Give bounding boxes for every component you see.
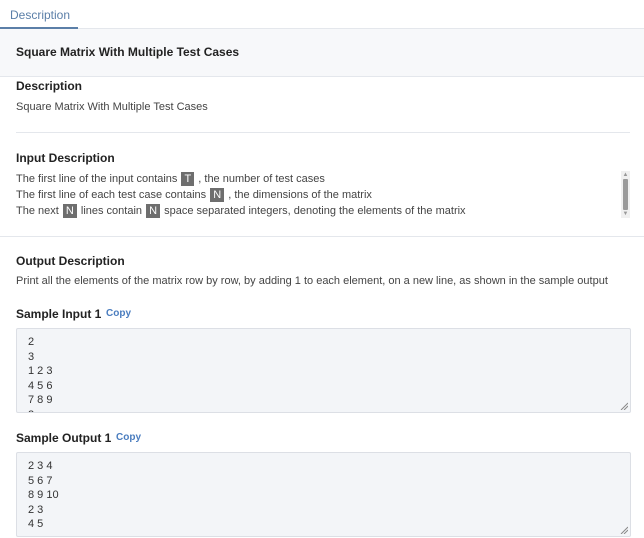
output-description-heading: Output Description [16, 254, 125, 268]
problem-header: Square Matrix With Multiple Test Cases [0, 29, 644, 76]
tab-bar: Description [0, 0, 644, 29]
copy-sample-output-button[interactable]: Copy [116, 432, 141, 443]
scroll-thumb[interactable] [623, 179, 628, 210]
sample-output-heading: Sample Output 1 [16, 431, 112, 445]
resize-handle-icon[interactable] [620, 402, 628, 410]
variable-highlight: N [146, 204, 161, 218]
sample-output-content: 2 3 4 5 6 7 8 9 10 2 3 4 5 [28, 460, 59, 530]
variable-highlight: N [210, 188, 225, 202]
copy-sample-input-button[interactable]: Copy [106, 308, 131, 319]
resize-handle-icon[interactable] [620, 526, 628, 534]
input-description-scrollbar[interactable]: ▲ ▼ [621, 171, 630, 218]
sample-input-content: 2 3 1 2 3 4 5 6 7 8 9 2 [28, 336, 53, 412]
input-line: The first line of the input contains T ,… [16, 172, 325, 186]
divider [0, 236, 644, 237]
sample-input-heading: Sample Input 1 [16, 307, 102, 321]
divider [16, 132, 630, 133]
problem-title: Square Matrix With Multiple Test Cases [16, 45, 240, 59]
divider [0, 76, 644, 77]
output-description-text: Print all the elements of the matrix row… [16, 275, 608, 287]
variable-highlight: T [181, 172, 195, 186]
sample-output-box[interactable]: 2 3 4 5 6 7 8 9 10 2 3 4 5 [16, 452, 631, 537]
sample-input-box[interactable]: 2 3 1 2 3 4 5 6 7 8 9 2 [16, 328, 631, 413]
scroll-down-icon[interactable]: ▼ [621, 210, 630, 218]
input-description-heading: Input Description [16, 151, 115, 165]
variable-highlight: N [62, 204, 77, 218]
scroll-up-icon[interactable]: ▲ [621, 171, 630, 179]
input-line: The first line of each test case contain… [16, 188, 372, 202]
input-line: The next N lines contain N space separat… [16, 204, 466, 218]
description-heading: Description [16, 79, 83, 93]
tab-description[interactable]: Description [0, 0, 78, 29]
description-text: Square Matrix With Multiple Test Cases [16, 101, 208, 113]
